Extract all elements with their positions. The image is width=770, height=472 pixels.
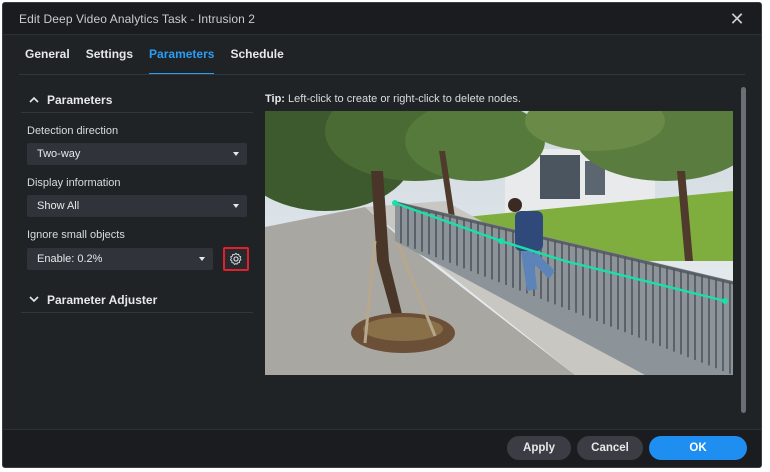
tab-bar: General Settings Parameters Schedule xyxy=(25,47,300,75)
detection-direction-label: Detection direction xyxy=(27,125,119,137)
display-information-label: Display information xyxy=(27,177,121,189)
parameters-section-title: Parameters xyxy=(47,92,113,107)
ignore-small-objects-value: Enable: 0.2% xyxy=(37,253,103,265)
tab-parameters[interactable]: Parameters xyxy=(149,47,215,75)
small-objects-settings-button[interactable] xyxy=(223,247,249,271)
parameter-adjuster-section-header[interactable]: Parameter Adjuster xyxy=(21,287,253,313)
tab-settings[interactable]: Settings xyxy=(86,47,133,75)
caret-down-icon xyxy=(233,152,239,156)
display-information-value: Show All xyxy=(37,200,80,212)
parameters-panel: Parameters Detection direction Two-way D… xyxy=(21,87,253,313)
tab-general[interactable]: General xyxy=(25,47,70,75)
dialog-title: Edit Deep Video Analytics Task - Intrusi… xyxy=(19,12,256,26)
camera-snapshot[interactable] xyxy=(265,111,733,375)
ok-button[interactable]: OK xyxy=(649,436,747,460)
title-bar: Edit Deep Video Analytics Task - Intrusi… xyxy=(3,3,761,35)
cancel-button[interactable]: Cancel xyxy=(577,436,643,460)
scrollbar-thumb[interactable] xyxy=(741,87,746,413)
parameter-adjuster-title: Parameter Adjuster xyxy=(47,292,158,307)
close-button[interactable]: ✕ xyxy=(727,9,747,29)
tip-label: Tip: xyxy=(265,93,285,105)
camera-preview[interactable] xyxy=(265,111,733,375)
preview-panel: Tip: Left-click to create or right-click… xyxy=(265,87,735,375)
caret-down-icon xyxy=(199,257,205,261)
tip-message: Left-click to create or right-click to d… xyxy=(284,93,521,105)
ignore-small-objects-select[interactable]: Enable: 0.2% xyxy=(27,248,213,270)
detection-direction-select[interactable]: Two-way xyxy=(27,143,247,165)
scrollbar[interactable] xyxy=(741,87,747,413)
display-information-select[interactable]: Show All xyxy=(27,195,247,217)
chevron-up-icon xyxy=(25,96,43,103)
caret-down-icon xyxy=(233,204,239,208)
dialog-footer: Apply Cancel OK xyxy=(3,429,761,467)
tabs-divider xyxy=(19,74,745,75)
ignore-small-objects-label: Ignore small objects xyxy=(27,229,125,241)
parameters-section-header[interactable]: Parameters xyxy=(21,87,253,113)
close-icon: ✕ xyxy=(729,9,745,29)
ignore-small-objects-row: Enable: 0.2% xyxy=(27,247,253,271)
detection-direction-value: Two-way xyxy=(37,148,81,160)
chevron-down-icon xyxy=(25,296,43,303)
apply-button[interactable]: Apply xyxy=(507,436,571,460)
edit-task-dialog: Edit Deep Video Analytics Task - Intrusi… xyxy=(2,2,762,468)
tab-schedule[interactable]: Schedule xyxy=(230,47,283,75)
gear-icon xyxy=(229,252,242,265)
tip-text: Tip: Left-click to create or right-click… xyxy=(265,93,735,105)
